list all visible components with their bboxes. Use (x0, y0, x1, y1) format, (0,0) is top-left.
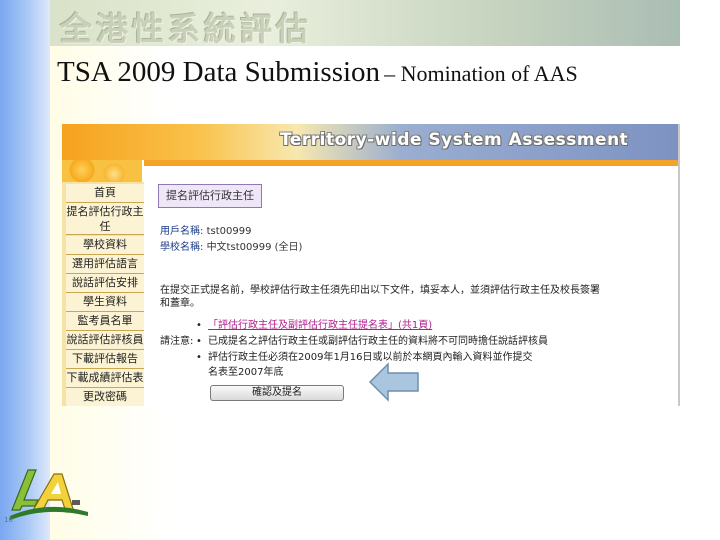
sidebar-item-download-form[interactable]: 下載成績評估表 (66, 369, 144, 388)
bullet-2: • 已成提名之評估行政主任或副評估行政主任的資料將不可同時擔任說話評核員 (196, 332, 548, 347)
bullet-1: • 「評估行政主任及副評估行政主任提名表」(共1頁) (196, 316, 432, 331)
content-top-bar (144, 160, 680, 166)
sidebar-item-speaking-assessors[interactable]: 說話評估評核員 (66, 331, 144, 350)
bullet-dot: • (196, 352, 202, 363)
banner-title: 全港性系統評估 (60, 10, 313, 48)
nomination-form-link[interactable]: 「評估行政主任及副評估行政主任提名表」(共1頁) (208, 320, 432, 331)
school-value: 中文tst00999 (全日) (206, 242, 303, 253)
bullet-2-text: 已成提名之評估行政主任或副評估行政主任的資料將不可同時擔任說話評核員 (208, 336, 548, 347)
slide-title-sub: – Nomination of AAS (384, 61, 578, 86)
page-number: 10 (4, 516, 13, 524)
left-decorative-stripe (0, 0, 50, 540)
tab-nominate-admin[interactable]: 提名評估行政主任 (158, 184, 262, 208)
slide-title: TSA 2009 Data Submission – Nomination of… (57, 56, 578, 89)
header-banner: 全港性系統評估 (50, 0, 680, 48)
bullet-dot: • (196, 320, 202, 331)
header-decoration (62, 160, 142, 182)
sidebar-item-school-info[interactable]: 學校資料 (66, 236, 144, 255)
screenshot-edge (678, 124, 680, 406)
site-title: Territory-wide System Assessment (280, 130, 629, 150)
sidebar-item-student-info[interactable]: 學生資料 (66, 293, 144, 312)
sidebar-item-home[interactable]: 首頁 (66, 184, 144, 203)
pointer-arrow-icon (368, 362, 419, 402)
sidebar-item-nominate-admin[interactable]: 提名評估行政主任 (66, 203, 144, 235)
user-info: 用戶名稱: tst00999 (160, 222, 251, 237)
site-header: Territory-wide System Assessment (62, 124, 680, 160)
slide-title-main: TSA 2009 Data Submission (57, 56, 381, 88)
sidebar-item-speaking-arrangement[interactable]: 說話評估安排 (66, 274, 144, 293)
user-label: 用戶名稱: (160, 226, 204, 237)
bullet-3-continuation: 名表至2007年底 (208, 367, 284, 378)
instructions-text: 在提交正式提名前，學校評估行政主任須先印出以下文件，填妥本人，並須評估行政主任及… (160, 285, 600, 309)
sidebar-item-invigilators[interactable]: 監考員名單 (66, 312, 144, 331)
bullet-3: • 評估行政主任必須在2009年1月16日或以前於本網頁內輸入資料並作提交 (196, 348, 533, 363)
school-info: 學校名稱: 中文tst00999 (全日) (160, 238, 302, 253)
school-label: 學校名稱: (160, 242, 204, 253)
sidebar-item-download-report[interactable]: 下載評估報告 (66, 350, 144, 369)
sidebar-nav: 首頁 提名評估行政主任 學校資料 選用評估語言 說話評估安排 學生資料 監考員名… (62, 182, 144, 406)
note-label: 請注意: (160, 336, 194, 347)
confirm-nominate-button[interactable]: 確認及提名 (210, 385, 344, 401)
bullet-dot: • (196, 336, 202, 347)
sidebar-item-language[interactable]: 選用評估語言 (66, 255, 144, 274)
ea-logo-icon (10, 469, 88, 520)
sidebar-item-change-password[interactable]: 更改密碼 (66, 388, 144, 406)
user-value: tst00999 (206, 226, 252, 237)
